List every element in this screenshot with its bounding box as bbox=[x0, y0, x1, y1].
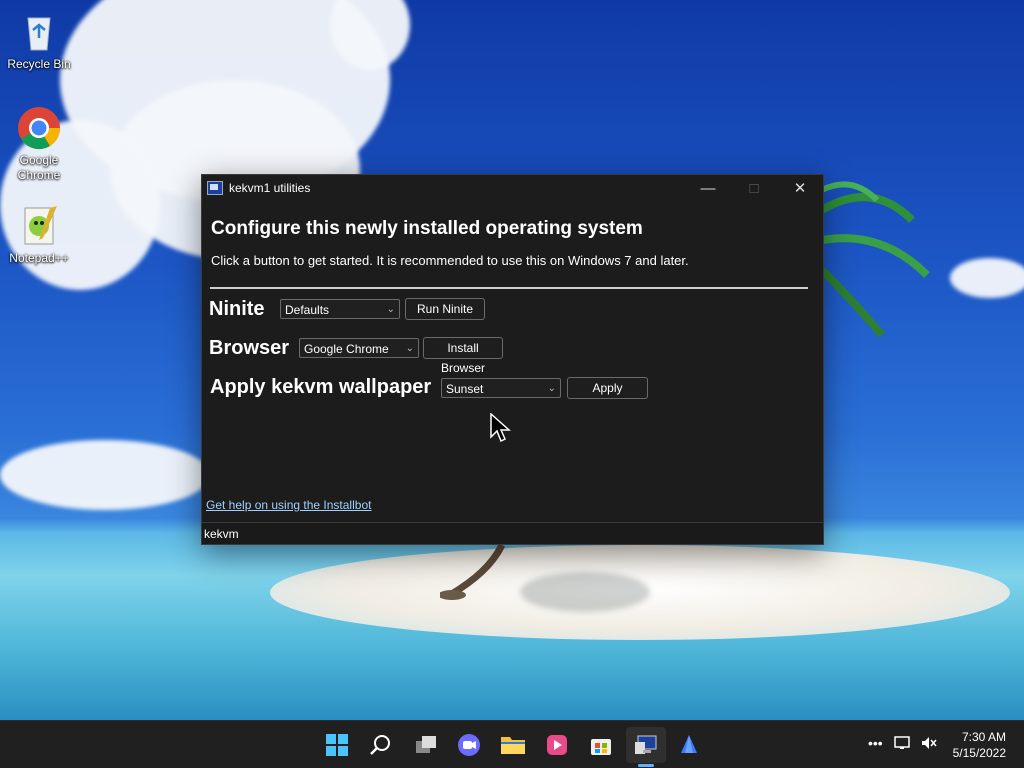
clock-time: 7:30 AM bbox=[961, 730, 1006, 744]
chevron-down-icon: ⌄ bbox=[405, 343, 414, 354]
chevron-down-icon: ⌄ bbox=[547, 383, 556, 394]
desktop-icon-notepadpp[interactable]: Notepad++ bbox=[4, 204, 74, 266]
network-icon[interactable] bbox=[894, 735, 912, 754]
wallpaper-select[interactable]: Sunset ⌄ bbox=[441, 378, 561, 398]
mouse-cursor-icon bbox=[490, 413, 511, 443]
help-link[interactable]: Get help on using the Installbot bbox=[206, 498, 371, 512]
divider bbox=[210, 287, 808, 289]
minimize-button[interactable]: — bbox=[685, 175, 731, 201]
browser-label: Browser bbox=[209, 337, 290, 359]
store-icon[interactable] bbox=[586, 730, 616, 760]
ninite-select-value: Defaults bbox=[285, 303, 330, 317]
ninite-preset-select[interactable]: Defaults ⌄ bbox=[280, 299, 400, 319]
utility-app-icon[interactable] bbox=[626, 727, 666, 763]
volume-muted-icon[interactable] bbox=[920, 735, 938, 754]
taskbar: ••• 7:30 AM 5/15/2022 bbox=[0, 720, 1024, 768]
close-button[interactable]: ✕ bbox=[777, 175, 823, 201]
maximize-button[interactable]: □ bbox=[731, 175, 777, 201]
task-view-icon[interactable] bbox=[411, 730, 441, 760]
clock-date: 5/15/2022 bbox=[952, 746, 1006, 760]
window-title: kekvm1 utilities bbox=[229, 181, 311, 195]
chat-icon[interactable] bbox=[454, 730, 484, 760]
chrome-icon bbox=[17, 106, 61, 150]
desktop-icon-label: Recycle Bin bbox=[7, 57, 71, 71]
browser-select-value: Google Chrome bbox=[304, 342, 389, 356]
ninite-label: Ninite bbox=[209, 298, 265, 320]
status-text: kekvm bbox=[204, 527, 239, 541]
active-app-indicator bbox=[638, 764, 654, 767]
title-bar[interactable]: kekvm1 utilities — □ ✕ bbox=[202, 175, 823, 201]
desktop-icon-label: Notepad++ bbox=[9, 251, 69, 265]
desktop-icon-recycle-bin[interactable]: Recycle Bin bbox=[4, 10, 74, 72]
run-ninite-button[interactable]: Run Ninite bbox=[405, 298, 485, 320]
desktop-icon-label: Google Chrome bbox=[17, 153, 61, 182]
app-monitor-icon bbox=[207, 181, 223, 195]
system-clock[interactable]: 7:30 AM 5/15/2022 bbox=[953, 729, 1006, 761]
installbot-icon[interactable] bbox=[674, 730, 704, 760]
kekvm-utilities-window: kekvm1 utilities — □ ✕ Configure this ne… bbox=[201, 174, 824, 545]
chevron-down-icon: ⌄ bbox=[386, 304, 395, 315]
overflow-icon[interactable]: ••• bbox=[868, 735, 883, 751]
search-icon[interactable] bbox=[366, 730, 396, 760]
browser-select[interactable]: Google Chrome ⌄ bbox=[299, 338, 419, 358]
notepadpp-icon bbox=[17, 204, 61, 248]
file-explorer-icon[interactable] bbox=[498, 730, 528, 760]
desktop-icon-chrome[interactable]: Google Chrome bbox=[4, 106, 74, 183]
start-icon[interactable] bbox=[322, 730, 352, 760]
page-heading: Configure this newly installed operating… bbox=[211, 218, 643, 239]
media-icon[interactable] bbox=[542, 730, 572, 760]
wallpaper-select-value: Sunset bbox=[446, 382, 484, 396]
recycle-bin-icon bbox=[17, 10, 61, 54]
wallpaper-label: Apply kekvm wallpaper bbox=[210, 376, 432, 398]
status-bar: kekvm bbox=[202, 522, 823, 544]
install-browser-button[interactable]: Install Browser bbox=[423, 337, 503, 375]
apply-wallpaper-button[interactable]: Apply bbox=[567, 377, 648, 399]
page-subtitle: Click a button to get started. It is rec… bbox=[211, 253, 689, 268]
